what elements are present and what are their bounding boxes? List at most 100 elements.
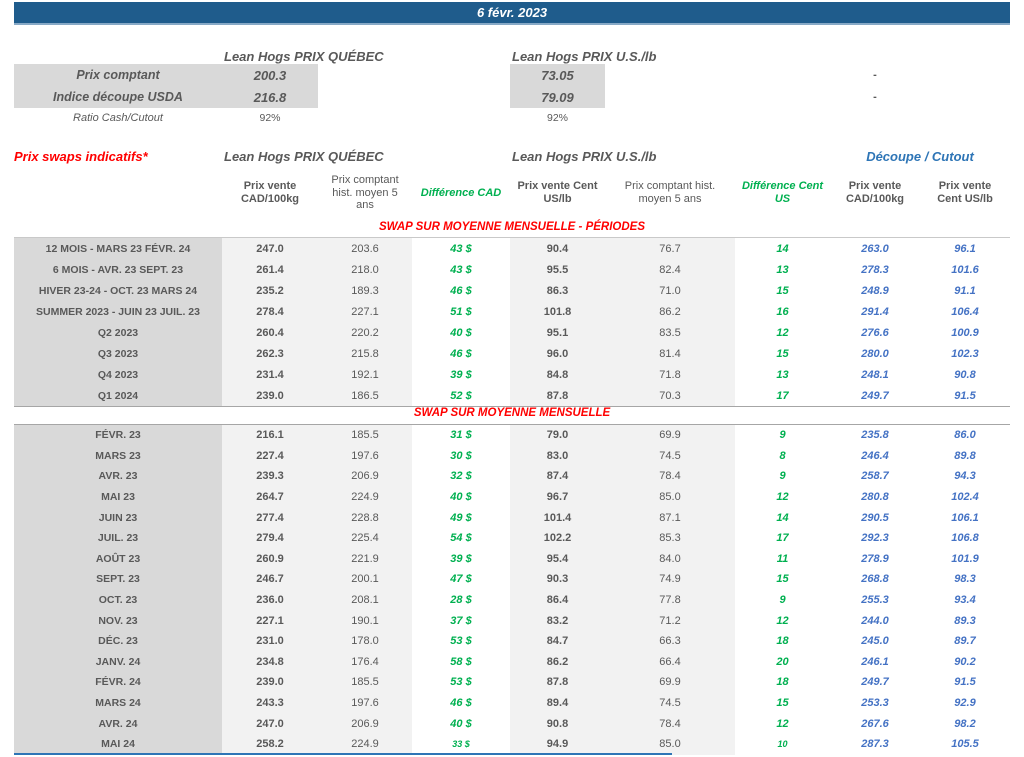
diff-us: 11 [776, 552, 789, 565]
cutout-cad: 267.6 [861, 717, 889, 730]
qc-hist: 186.5 [318, 385, 412, 406]
qc-prix-vente: 227.4 [222, 445, 318, 467]
diff-us: 15 [776, 573, 789, 586]
cutout-cad: 248.9 [861, 284, 889, 297]
diff-us: 10 [777, 739, 788, 750]
cutout-us: 98.2 [954, 717, 976, 730]
cutout-cad: 249.7 [861, 389, 889, 402]
spot-qc-value: 216.8 [222, 86, 318, 108]
cutout-us: 102.4 [951, 491, 979, 504]
qc-hist: 208.1 [318, 589, 412, 611]
diff-cad: 58 $ [450, 655, 472, 668]
us-hist: 85.0 [605, 733, 735, 755]
qc-hist: 224.9 [318, 733, 412, 755]
cutout-us: 101.6 [951, 263, 979, 276]
col-header-diff-us: Différence Cent US [741, 180, 824, 205]
us-hist: 87.1 [605, 507, 735, 528]
us-prix-vente: 102.2 [510, 527, 605, 549]
diff-us: 12 [776, 614, 789, 627]
swaps-header-row: Prix swaps indicatifs* Lean Hogs PRIX QU… [14, 147, 1010, 165]
diff-cad: 32 $ [450, 470, 472, 483]
cutout-us: 100.9 [951, 326, 979, 339]
spot-cutout-dash: - [873, 69, 877, 81]
row-label: FÉVR. 24 [14, 672, 222, 693]
us-hist: 86.2 [605, 301, 735, 322]
cutout-cad: 268.8 [861, 573, 889, 586]
us-hist: 70.3 [605, 385, 735, 406]
row-label: JANV. 24 [14, 651, 222, 673]
diff-us: 13 [776, 263, 789, 276]
us-prix-vente: 87.4 [510, 466, 605, 487]
row-label: NOV. 23 [14, 610, 222, 631]
spot-quebec-header: Lean Hogs PRIX QUÉBEC [224, 49, 384, 64]
us-hist: 83.5 [605, 322, 735, 343]
us-prix-vente: 90.4 [510, 238, 605, 259]
us-prix-vente: 86.2 [510, 651, 605, 673]
cutout-cad: 278.9 [861, 552, 889, 565]
qc-hist: 225.4 [318, 527, 412, 549]
qc-hist: 203.6 [318, 238, 412, 259]
spot-us-value: 73.05 [510, 64, 605, 86]
diff-us: 17 [776, 532, 789, 545]
row-label: JUIN 23 [14, 507, 222, 528]
column-header-row: Prix vente CAD/100kg Prix comptant hist.… [14, 168, 1010, 218]
us-hist: 85.3 [605, 527, 735, 549]
qc-hist: 185.5 [318, 672, 412, 693]
qc-prix-vente: 260.4 [222, 322, 318, 343]
diff-cad: 43 $ [450, 242, 472, 255]
qc-hist: 200.1 [318, 569, 412, 590]
diff-cad: 54 $ [450, 532, 472, 545]
spot-row-label: Indice découpe USDA [14, 86, 222, 108]
qc-prix-vente: 234.8 [222, 651, 318, 673]
diff-cad: 43 $ [450, 263, 472, 276]
cutout-cad: 248.1 [861, 368, 889, 381]
us-prix-vente: 96.0 [510, 343, 605, 364]
row-label: MAI 24 [14, 733, 222, 755]
qc-hist: 185.5 [318, 425, 412, 446]
cutout-cad: 292.3 [861, 532, 889, 545]
cutout-cad: 245.0 [861, 635, 889, 648]
qc-prix-vente: 231.4 [222, 364, 318, 385]
us-hist: 69.9 [605, 425, 735, 446]
spot-us-ratio: 92% [546, 112, 568, 124]
us-hist: 74.5 [605, 692, 735, 714]
diff-cad: 40 $ [450, 326, 472, 339]
qc-hist: 224.9 [318, 486, 412, 508]
row-label: OCT. 23 [14, 589, 222, 611]
row-label: AOÛT 23 [14, 548, 222, 570]
diff-cad: 47 $ [450, 573, 472, 586]
us-hist: 71.0 [605, 280, 735, 301]
monthly-section-title: SWAP SUR MOYENNE MENSUELLE [413, 407, 611, 419]
diff-us: 16 [776, 305, 789, 318]
cutout-us: 92.9 [954, 697, 976, 710]
row-label: DÉC. 23 [14, 630, 222, 652]
us-prix-vente: 87.8 [510, 672, 605, 693]
cutout-us: 96.1 [954, 242, 976, 255]
us-hist: 66.3 [605, 630, 735, 652]
qc-prix-vente: 239.0 [222, 672, 318, 693]
swaps-quebec-header: Lean Hogs PRIX QUÉBEC [224, 148, 384, 164]
cutout-us: 90.2 [954, 655, 976, 668]
us-prix-vente: 79.0 [510, 425, 605, 446]
cutout-cad: 246.4 [861, 449, 889, 462]
row-label: 6 MOIS - AVR. 23 SEPT. 23 [14, 259, 222, 280]
cutout-cad: 253.3 [861, 697, 889, 710]
qc-hist: 215.8 [318, 343, 412, 364]
row-label: Q4 2023 [14, 364, 222, 385]
us-prix-vente: 96.7 [510, 486, 605, 508]
diff-cad: 33 $ [452, 739, 470, 750]
cutout-us: 101.9 [951, 552, 979, 565]
diff-us: 12 [776, 717, 789, 730]
diff-us: 14 [776, 242, 789, 255]
diff-cad: 39 $ [450, 552, 472, 565]
us-prix-vente: 95.1 [510, 322, 605, 343]
diff-cad: 39 $ [450, 368, 472, 381]
diff-us: 15 [776, 697, 789, 710]
diff-us: 8 [779, 449, 786, 462]
spot-qc-ratio: 92% [259, 112, 281, 124]
swaps-title: Prix swaps indicatifs* [14, 148, 148, 164]
us-prix-vente: 94.9 [510, 733, 605, 755]
row-label: SEPT. 23 [14, 569, 222, 590]
diff-cad: 40 $ [450, 717, 472, 730]
diff-cad: 52 $ [450, 389, 472, 402]
